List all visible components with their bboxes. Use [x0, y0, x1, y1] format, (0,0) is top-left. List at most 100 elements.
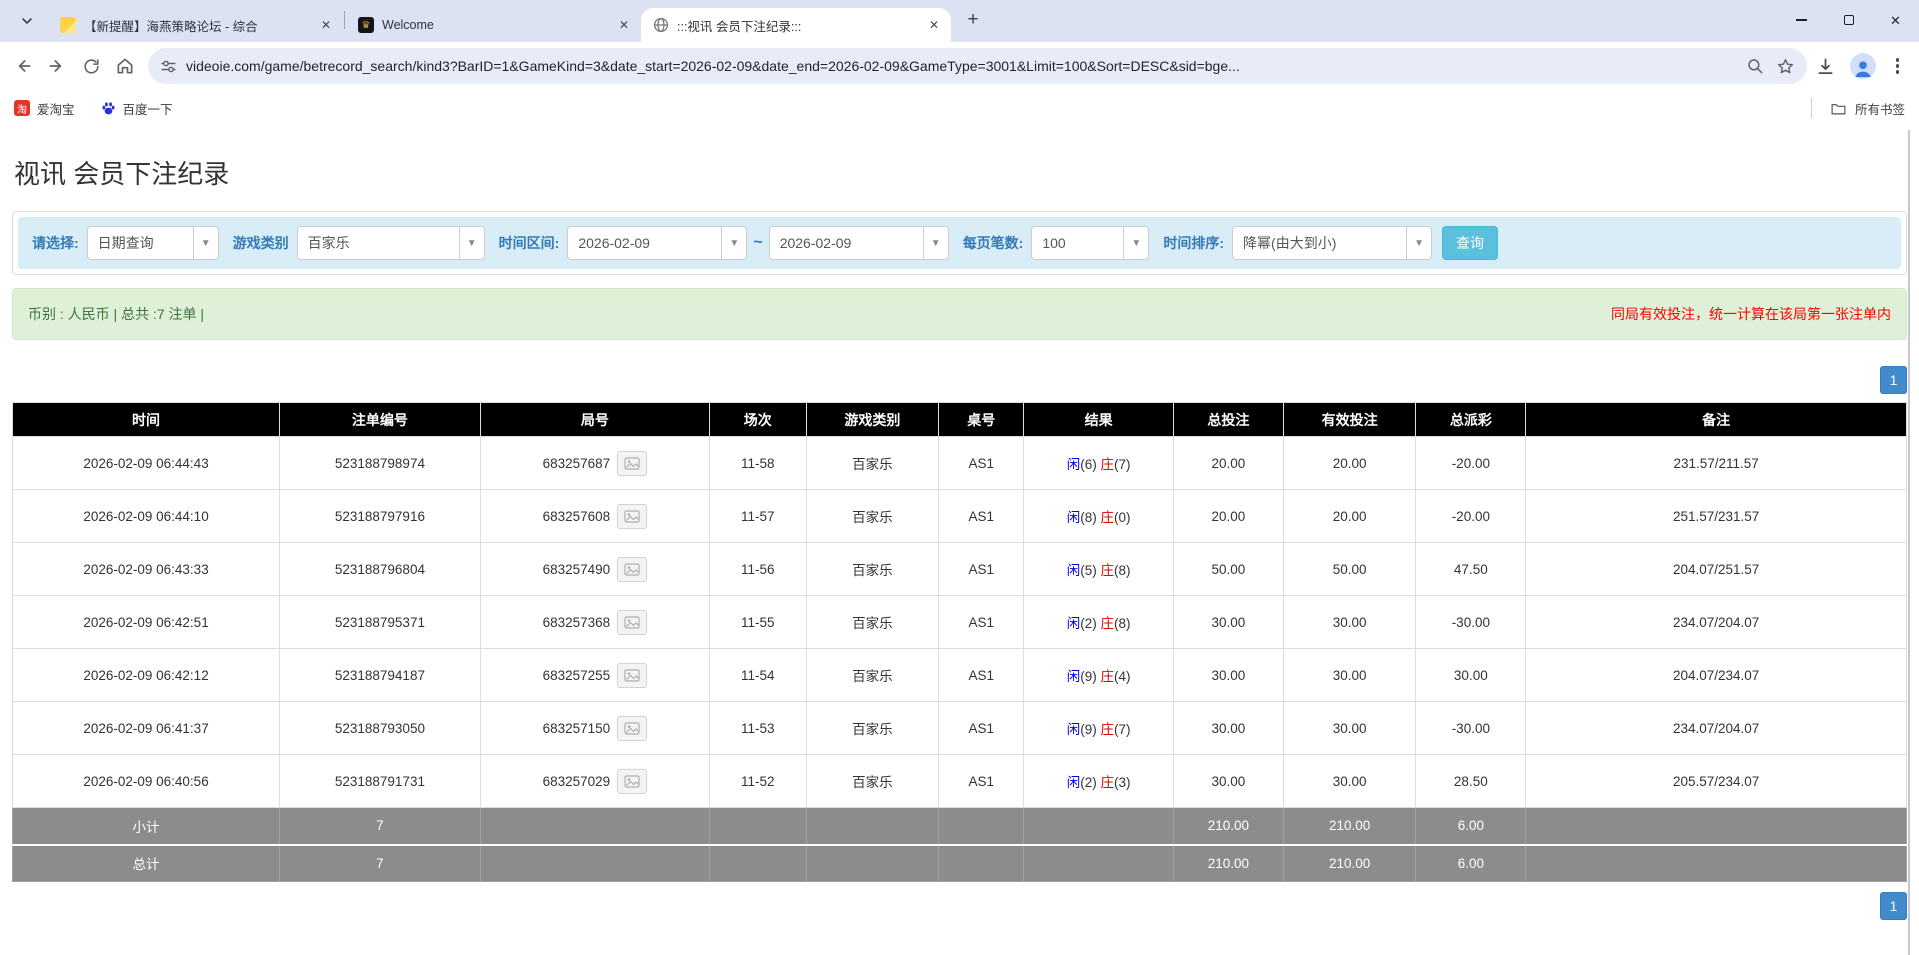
bookmark-star-icon[interactable] — [1776, 57, 1795, 76]
url-bar[interactable]: videoie.com/game/betrecord_search/kind3?… — [148, 48, 1807, 84]
cell-payout: 47.50 — [1415, 542, 1527, 596]
chevron-down-icon: ▼ — [721, 227, 746, 259]
bookmark-label: 爱淘宝 — [37, 102, 75, 117]
column-header: 场次 — [708, 402, 807, 437]
minimize-button[interactable] — [1778, 0, 1825, 40]
sort-value: 降幂(由大到小) — [1243, 235, 1337, 251]
tab-welcome[interactable]: ♛ Welcome ✕ — [346, 8, 641, 42]
close-button[interactable]: ✕ — [1872, 0, 1919, 40]
total-total-bet: 210.00 — [1172, 844, 1284, 882]
zoom-icon[interactable] — [1746, 57, 1764, 75]
result-player-score: (2) — [1080, 775, 1097, 790]
tab-search-icon[interactable] — [12, 6, 42, 36]
chevron-down-icon: ▼ — [1123, 227, 1148, 259]
bookmarks-bar: 淘 爱淘宝 百度一下 所有书签 — [0, 90, 1919, 126]
cell-time: 2026-02-09 06:43:33 — [11, 542, 281, 596]
url-text[interactable]: videoie.com/game/betrecord_search/kind3?… — [186, 58, 1737, 74]
cell-round: 683257687 — [479, 436, 710, 490]
cell-valid-bet: 30.00 — [1282, 754, 1417, 808]
round-result-image-icon[interactable] — [617, 768, 648, 794]
total-payout: 6.00 — [1415, 844, 1527, 882]
round-result-image-icon[interactable] — [617, 662, 648, 688]
new-tab-button[interactable]: + — [959, 6, 987, 34]
page-1-button[interactable]: 1 — [1880, 892, 1907, 920]
profile-avatar-icon[interactable] — [1849, 53, 1876, 79]
result-player-score: (5) — [1080, 563, 1097, 578]
cell-bet-id: 523188791731 — [279, 754, 481, 808]
result-banker-label: 庄 — [1100, 510, 1115, 525]
tab-close-icon[interactable]: ✕ — [925, 16, 943, 34]
round-result-image-icon[interactable] — [617, 609, 648, 635]
total-valid-bet: 210.00 — [1282, 844, 1417, 882]
column-header: 有效投注 — [1282, 402, 1417, 437]
cell-result: 闲(9) 庄(4) — [1023, 648, 1174, 702]
column-header: 游戏类别 — [805, 402, 940, 437]
page-scrollbar[interactable] — [1908, 130, 1910, 955]
tab-bet-records[interactable]: :::视讯 会员下注纪录::: ✕ — [641, 8, 951, 42]
page-size-dropdown[interactable]: 100 ▼ — [1031, 226, 1150, 260]
date-start-dropdown[interactable]: 2026-02-09 ▼ — [567, 226, 748, 260]
cell-bet-id: 523188796804 — [279, 542, 481, 596]
subtotal-payout: 6.00 — [1415, 807, 1527, 845]
cell-bet-id: 523188797916 — [279, 489, 481, 543]
bet-records-table: 时间 注单编号 局号 场次 游戏类别 桌号 结果 总投注 有效投注 总派彩 备注 2026-02-0… — [11, 402, 1907, 882]
back-icon[interactable] — [6, 49, 40, 83]
table-row: 2026-02-09 06:41:37 523188793050 6832571… — [11, 701, 1907, 755]
maximize-button[interactable] — [1825, 0, 1872, 40]
bookmark-taobao[interactable]: 淘 爱淘宝 — [14, 99, 75, 118]
cell-game: 百家乐 — [805, 754, 940, 808]
tab-close-icon[interactable]: ✕ — [317, 16, 335, 34]
result-banker-score: (3) — [1114, 775, 1131, 790]
round-result-image-icon[interactable] — [617, 556, 648, 582]
all-bookmarks[interactable]: 所有书签 — [1810, 98, 1905, 118]
round-result-image-icon[interactable] — [617, 450, 648, 476]
column-header: 注单编号 — [279, 402, 481, 437]
cell-total-bet[interactable]: 30.00 — [1172, 701, 1284, 755]
cell-table-no: AS1 — [938, 436, 1025, 490]
cell-session: 11-56 — [708, 542, 807, 596]
site-settings-icon[interactable] — [160, 58, 177, 75]
table-row: 2026-02-09 06:42:51 523188795371 6832573… — [11, 595, 1907, 649]
cell-valid-bet: 30.00 — [1282, 648, 1417, 702]
query-button[interactable]: 查询 — [1442, 226, 1499, 260]
page-content: 视讯 会员下注纪录 请选择: 日期查询 ▼ 游戏类别 百家乐 ▼ 时间区间: 2… — [0, 126, 1919, 920]
total-label: 总计 — [11, 844, 281, 882]
date-start-value: 2026-02-09 — [578, 235, 650, 251]
result-banker-score: (8) — [1114, 616, 1131, 631]
table-header-row: 时间 注单编号 局号 场次 游戏类别 桌号 结果 总投注 有效投注 总派彩 备注 — [11, 402, 1907, 437]
cell-result: 闲(2) 庄(8) — [1023, 595, 1174, 649]
tab-forum-favicon-icon — [60, 17, 76, 33]
reload-icon[interactable] — [74, 49, 108, 83]
currency-summary-text: 币别 : 人民币 | 总共 :7 注单 | — [28, 306, 205, 322]
menu-kebab-icon[interactable] — [1890, 58, 1905, 74]
cell-payout: 28.50 — [1415, 754, 1527, 808]
download-icon[interactable] — [1815, 56, 1836, 77]
cell-total-bet[interactable]: 30.00 — [1172, 648, 1284, 702]
date-end-dropdown[interactable]: 2026-02-09 ▼ — [768, 226, 949, 260]
round-result-image-icon[interactable] — [617, 715, 648, 741]
game-type-dropdown[interactable]: 百家乐 ▼ — [296, 226, 485, 260]
cell-total-bet[interactable]: 30.00 — [1172, 595, 1284, 649]
home-icon[interactable] — [108, 49, 142, 83]
result-player-label: 闲 — [1066, 722, 1081, 737]
round-result-image-icon[interactable] — [617, 503, 648, 529]
forward-icon[interactable] — [40, 49, 74, 83]
tab-forum[interactable]: 【新提醒】海燕策略论坛 - 综合 ✕ — [48, 8, 343, 42]
tab-close-icon[interactable]: ✕ — [615, 16, 633, 34]
folder-icon — [1830, 100, 1847, 117]
cell-time: 2026-02-09 06:41:37 — [11, 701, 281, 755]
cell-total-bet[interactable]: 30.00 — [1172, 754, 1284, 808]
page-1-button[interactable]: 1 — [1880, 366, 1907, 394]
bookmark-baidu[interactable]: 百度一下 — [101, 99, 173, 118]
cell-total-bet[interactable]: 20.00 — [1172, 436, 1284, 490]
result-player-label: 闲 — [1066, 457, 1081, 472]
sort-dropdown[interactable]: 降幂(由大到小) ▼ — [1232, 226, 1433, 260]
table-row: 2026-02-09 06:42:12 523188794187 6832572… — [11, 648, 1907, 702]
cell-total-bet[interactable]: 50.00 — [1172, 542, 1284, 596]
cell-total-bet[interactable]: 20.00 — [1172, 489, 1284, 543]
select-mode-dropdown[interactable]: 日期查询 ▼ — [86, 226, 219, 260]
subtotal-total-bet: 210.00 — [1172, 807, 1284, 845]
subtotal-valid-bet: 210.00 — [1282, 807, 1417, 845]
result-player-score: (9) — [1080, 669, 1097, 684]
result-banker-score: (8) — [1114, 563, 1131, 578]
